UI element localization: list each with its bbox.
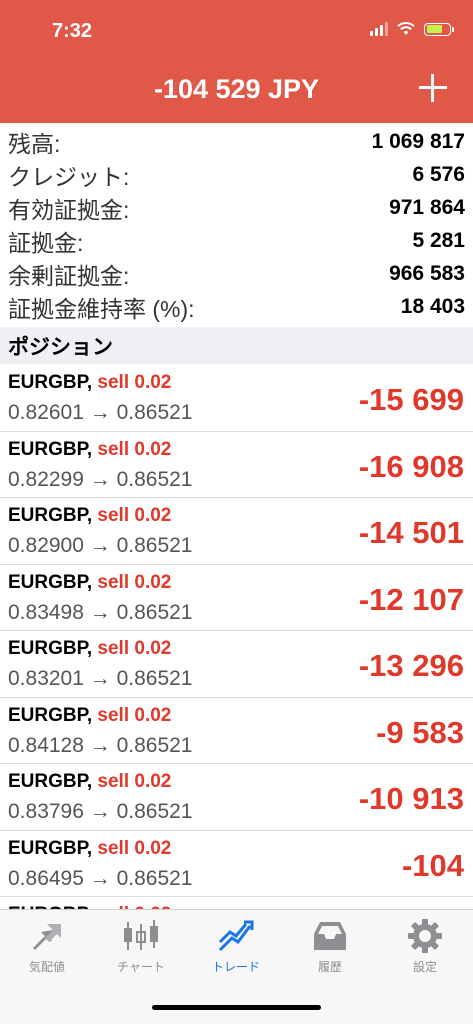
summary-label: 残高: (8, 130, 61, 157)
tab-quotes[interactable]: 気配値 (0, 918, 94, 975)
position-row[interactable]: EURGBP, sell 0.02 0.84128 → 0.86521 -9 5… (0, 698, 473, 764)
position-prices: 0.86495 → 0.86521 (8, 866, 193, 890)
position-side: sell 0.02 (97, 704, 172, 726)
position-side: sell 0.02 (97, 571, 172, 593)
account-profit-title: -104 529 JPY (153, 74, 320, 104)
position-symbol: EURGBP, sell 0.02 (8, 505, 172, 526)
position-row[interactable]: EURGBP, sell 0.02 0.83201 → 0.86521 -13 … (0, 631, 473, 698)
position-prices: 0.82900 → 0.86521 (8, 534, 193, 557)
status-icons (370, 22, 454, 36)
position-row[interactable]: EURGBP, sell 0.02 0.83498 → 0.86521 -12 … (0, 565, 473, 631)
tab-label: 設定 (412, 960, 437, 974)
position-profit: -14 501 (358, 515, 464, 550)
tab-label: トレード (211, 960, 260, 974)
positions-list: EURGBP, sell 0.02 0.82601 → 0.86521 -15 … (0, 365, 473, 923)
position-profit: -104 (401, 847, 464, 883)
quotes-icon (33, 924, 61, 950)
position-prices: 0.83498 → 0.86521 (8, 600, 193, 624)
battery-icon (424, 22, 454, 36)
position-prices: 0.82299 → 0.86521 (8, 467, 193, 491)
position-symbol: EURGBP, sell 0.02 (8, 438, 172, 460)
position-row[interactable]: EURGBP, sell 0.02 0.86495 → 0.86521 -104 (0, 831, 473, 897)
position-profit: -9 583 (376, 714, 464, 750)
position-symbol: EURGBP, sell 0.02 (8, 837, 172, 859)
status-time: 7:32 (52, 20, 93, 42)
summary-value: 971 864 (389, 195, 465, 219)
position-profit: -10 913 (358, 781, 464, 816)
tab-label: 気配値 (28, 960, 65, 974)
position-row[interactable]: EURGBP, sell 0.02 0.83796 → 0.86521 -10 … (0, 764, 473, 831)
tab-trade[interactable]: トレード (189, 918, 283, 975)
account-summary: 残高: 1 069 817 クレジット: 6 576 有効証拠金: 971 86… (0, 125, 473, 323)
summary-label: クレジット: (8, 163, 130, 190)
summary-row-free-margin: 余剰証拠金: 966 583 (0, 257, 473, 290)
summary-value: 966 583 (389, 261, 465, 285)
summary-row-equity: 有効証拠金: 971 864 (0, 191, 473, 224)
add-order-button[interactable] (419, 74, 447, 102)
position-side: sell 0.02 (97, 837, 172, 859)
summary-value: 18 403 (400, 294, 465, 318)
summary-row-margin-level: 証拠金維持率 (%): 18 403 (0, 290, 473, 323)
tab-label: 履歴 (317, 960, 342, 974)
tab-chart[interactable]: チャート (94, 918, 188, 975)
position-prices: 0.83201 → 0.86521 (8, 667, 193, 690)
position-profit: -16 908 (358, 448, 464, 484)
tab-history[interactable]: 履歴 (283, 918, 377, 975)
position-side: sell 0.02 (97, 438, 172, 460)
tab-settings[interactable]: 設定 (378, 918, 472, 975)
position-symbol: EURGBP, sell 0.02 (8, 638, 172, 659)
summary-row-margin: 証拠金: 5 281 (0, 224, 473, 257)
position-side: sell 0.02 (97, 505, 172, 526)
position-profit: -13 296 (358, 648, 464, 683)
position-row[interactable]: EURGBP, sell 0.02 0.82900 → 0.86521 -14 … (0, 498, 473, 565)
summary-row-balance: 残高: 1 069 817 (0, 125, 473, 158)
position-side: sell 0.02 (97, 638, 172, 659)
summary-value: 6 576 (412, 162, 465, 186)
position-symbol: EURGBP, sell 0.02 (8, 372, 172, 393)
position-prices: 0.82601 → 0.86521 (8, 401, 193, 424)
position-side: sell 0.02 (97, 771, 172, 792)
position-row[interactable]: EURGBP, sell 0.02 0.82601 → 0.86521 -15 … (0, 365, 473, 432)
history-icon (314, 922, 346, 950)
cellular-signal-icon (370, 22, 388, 36)
summary-value: 1 069 817 (371, 129, 465, 153)
position-row[interactable]: EURGBP, sell 0.02 0.82299 → 0.86521 -16 … (0, 432, 473, 498)
summary-label: 余剰証拠金: (8, 262, 130, 289)
position-prices: 0.84128 → 0.86521 (8, 733, 193, 757)
position-symbol: EURGBP, sell 0.02 (8, 704, 172, 726)
header-bar: 7:32 -104 529 JPY (0, 0, 473, 123)
tab-label: チャート (117, 960, 165, 974)
settings-icon (408, 919, 442, 953)
position-profit: -15 699 (358, 382, 464, 417)
position-side: sell 0.02 (97, 372, 172, 393)
trade-icon (218, 920, 254, 952)
position-symbol: EURGBP, sell 0.02 (8, 771, 172, 792)
position-prices: 0.83796 → 0.86521 (8, 800, 193, 823)
position-profit: -12 107 (358, 581, 464, 617)
position-symbol: EURGBP, sell 0.02 (8, 571, 172, 593)
wifi-icon (397, 22, 415, 35)
home-indicator[interactable] (152, 1005, 321, 1010)
summary-row-credit: クレジット: 6 576 (0, 158, 473, 191)
summary-label: 証拠金: (8, 229, 84, 256)
chart-icon (124, 920, 158, 950)
summary-label: 証拠金維持率 (%): (8, 295, 195, 322)
summary-value: 5 281 (412, 228, 465, 252)
summary-label: 有効証拠金: (8, 196, 130, 223)
positions-section-header: ポジション (0, 327, 473, 364)
